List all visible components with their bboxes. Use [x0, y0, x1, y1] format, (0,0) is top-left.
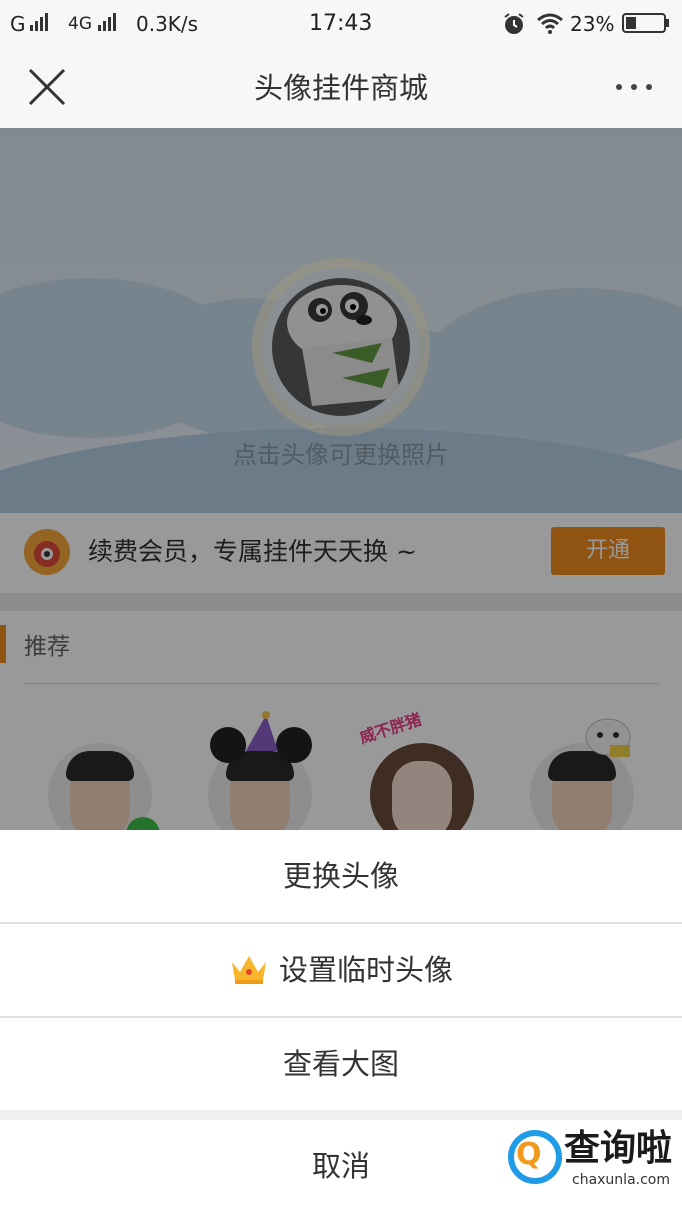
crown-icon [231, 956, 266, 984]
wifi-icon [537, 13, 563, 34]
signal-icon [30, 13, 48, 31]
view-large-image-option[interactable]: 查看大图 [0, 1018, 682, 1110]
carrier-label: G [10, 12, 26, 36]
signal-icon [98, 13, 116, 31]
watermark-logo: Q 查询啦 chaxunla.com [508, 1128, 678, 1192]
network-type-label: 4G [68, 14, 92, 34]
option-label: 设置临时头像 [278, 953, 453, 987]
watermark-url: chaxunla.com [572, 1172, 670, 1188]
battery-percent: 23% [570, 12, 615, 36]
option-label: 更换头像 [282, 859, 399, 893]
logo-letter: Q [516, 1137, 542, 1172]
battery-icon [622, 13, 669, 33]
change-avatar-option[interactable]: 更换头像 [0, 830, 682, 922]
status-bar: G 4G 0.3K/s 17:43 23% [0, 0, 682, 48]
modal-backdrop[interactable] [0, 128, 682, 830]
alarm-icon [504, 13, 524, 34]
network-speed: 0.3K/s [136, 12, 199, 36]
nav-bar: 头像挂件商城 [0, 48, 682, 129]
more-icon[interactable] [616, 84, 652, 90]
page-title: 头像挂件商城 [253, 71, 428, 105]
cancel-label: 取消 [311, 1149, 370, 1183]
clock: 17:43 [309, 11, 373, 36]
option-label: 查看大图 [282, 1047, 399, 1081]
set-temp-avatar-option[interactable]: 设置临时头像 [0, 924, 682, 1016]
watermark-title: 查询啦 [564, 1128, 673, 1169]
